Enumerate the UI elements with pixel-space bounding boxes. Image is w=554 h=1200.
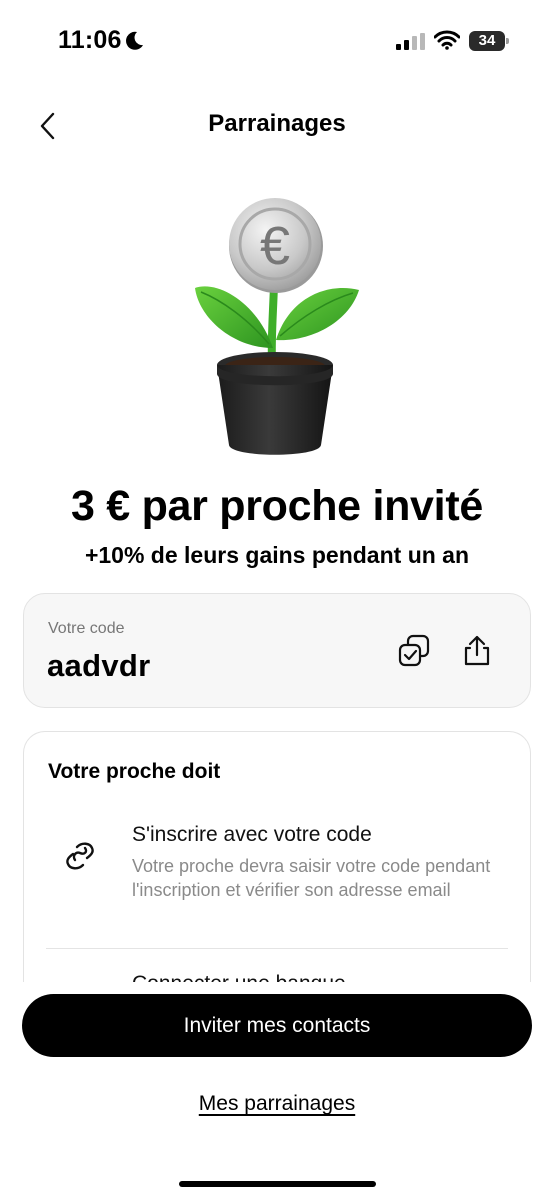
- copy-icon: [398, 634, 430, 667]
- signal-icon: [396, 33, 425, 50]
- battery-level: 34: [478, 32, 496, 49]
- headline: 3 € par proche invité: [71, 482, 483, 530]
- subline: +10% de leurs gains pendant un an: [84, 542, 470, 568]
- link-icon: [66, 842, 94, 870]
- status-bar: 11:06 34: [0, 0, 554, 80]
- wifi-icon: [434, 30, 460, 50]
- invite-contacts-button[interactable]: Inviter mes contacts: [22, 994, 532, 1057]
- share-icon: [464, 635, 490, 666]
- page-title: Parrainages: [208, 110, 346, 137]
- step-divider: [46, 948, 508, 949]
- my-referrals-link[interactable]: Mes parrainages: [0, 1092, 554, 1116]
- svg-text:€: €: [260, 216, 290, 276]
- coin-plant-icon: €: [195, 198, 359, 455]
- code-label: Votre code: [48, 620, 125, 637]
- moon-icon: [126, 31, 143, 50]
- share-button[interactable]: [457, 631, 497, 671]
- battery-icon: 34: [469, 31, 509, 51]
- home-indicator[interactable]: [179, 1181, 376, 1187]
- status-time: 11:06: [58, 26, 122, 54]
- copy-button[interactable]: [394, 631, 434, 671]
- referral-code: aadvdr: [47, 648, 151, 683]
- step-1-title: S'inscrire avec votre code: [132, 823, 372, 846]
- step-1-description: Votre proche devra saisir votre code pen…: [132, 856, 491, 900]
- referral-code-card: Votre code aadvdr: [23, 593, 531, 708]
- steps-title: Votre proche doit: [48, 760, 221, 783]
